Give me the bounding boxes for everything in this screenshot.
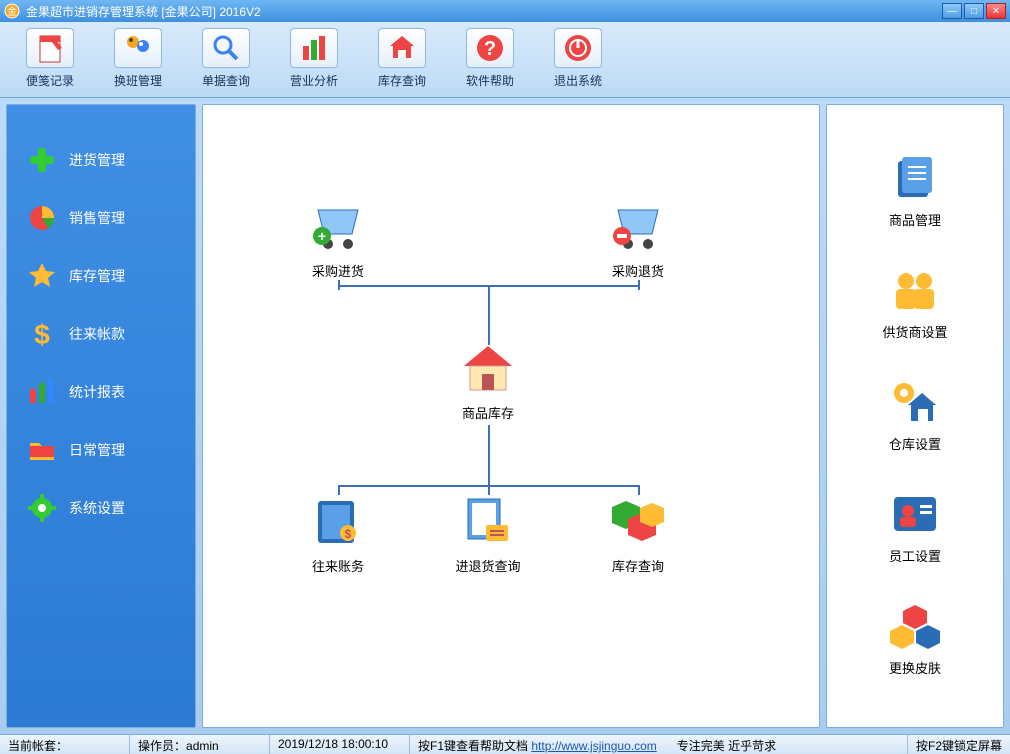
plus-icon (27, 145, 57, 175)
sidebar-item-reports[interactable]: 统计报表 (27, 377, 195, 407)
right-panel: 商品管理 供货商设置 仓库设置 员工设置 更换皮肤 (826, 104, 1004, 728)
note-icon (34, 32, 66, 64)
book-icon: $ (308, 495, 368, 547)
right-item-product[interactable]: 商品管理 (875, 155, 955, 229)
body-area: 进货管理 销售管理 库存管理 $ 往来帐款 统计报表 日常管理 系统设置 (0, 98, 1010, 734)
node-inout-query[interactable]: 进退货查询 (443, 495, 533, 575)
status-url-link[interactable]: http://www.jsjinguo.com (531, 739, 656, 753)
status-datetime: 2019/12/18 18:00:10 (270, 735, 410, 754)
right-item-skin[interactable]: 更换皮肤 (875, 603, 955, 677)
right-item-staff[interactable]: 员工设置 (875, 491, 955, 565)
toolbar-note[interactable]: 便笺记录 (8, 26, 92, 93)
toolbar-help[interactable]: ? 软件帮助 (448, 26, 532, 93)
search-icon (210, 32, 242, 64)
status-account-set: 当前帐套： (0, 735, 130, 754)
toolbar-stock[interactable]: 库存查询 (360, 26, 444, 93)
cart-minus-icon (608, 200, 668, 252)
toolbar-query[interactable]: 单据查询 (184, 26, 268, 93)
sidebar-item-accounts[interactable]: $ 往来帐款 (27, 319, 195, 349)
documents-icon (890, 155, 940, 201)
svg-text:$: $ (345, 527, 352, 541)
node-stock[interactable]: 商品库存 (443, 342, 533, 422)
cubes-icon (890, 603, 940, 649)
node-accounts[interactable]: $ 往来账务 (293, 495, 383, 575)
gear-house-icon (890, 379, 940, 425)
doc-exchange-icon (458, 495, 518, 547)
person-card-icon (890, 491, 940, 537)
window-title: 金果超市进销存管理系统 [金果公司] 2016V2 (26, 3, 940, 20)
sidebar-item-daily[interactable]: 日常管理 (27, 435, 195, 465)
house-badge-icon (386, 32, 418, 64)
house-icon (458, 342, 518, 394)
node-purchase-return[interactable]: 采购退货 (593, 200, 683, 280)
status-operator: 操作员：admin (130, 735, 270, 754)
toolbar-analysis[interactable]: 营业分析 (272, 26, 356, 93)
svg-text:?: ? (484, 38, 496, 60)
people-icon (122, 32, 154, 64)
dollar-icon: $ (27, 319, 57, 349)
people-pair-icon (890, 267, 940, 313)
sidebar-item-settings[interactable]: 系统设置 (27, 493, 195, 523)
node-stock-query[interactable]: 库存查询 (593, 495, 683, 575)
boxes-icon (608, 495, 668, 547)
folder-icon (27, 435, 57, 465)
pie-icon (27, 203, 57, 233)
sidebar-item-sales[interactable]: 销售管理 (27, 203, 195, 233)
maximize-button[interactable]: □ (964, 3, 984, 19)
statusbar: 当前帐套： 操作员：admin 2019/12/18 18:00:10 按F1键… (0, 734, 1010, 754)
app-icon: 金 (4, 3, 20, 19)
close-button[interactable]: ✕ (986, 3, 1006, 19)
help-icon: ? (474, 32, 506, 64)
bars-icon (27, 377, 57, 407)
cart-plus-icon: + (308, 200, 368, 252)
toolbar-exit[interactable]: 退出系统 (536, 26, 620, 93)
sidebar: 进货管理 销售管理 库存管理 $ 往来帐款 统计报表 日常管理 系统设置 (6, 104, 196, 728)
titlebar: 金 金果超市进销存管理系统 [金果公司] 2016V2 — □ ✕ (0, 0, 1010, 22)
svg-text:+: + (318, 228, 326, 244)
main-workflow: + 采购进货 采购退货 商品库存 $ 往来账务 进退货查询 库存查询 (202, 104, 820, 728)
status-help: 按F1键查看帮助文档 http://www.jsjinguo.com 专注完美 … (410, 735, 908, 754)
toolbar: 便笺记录 换班管理 单据查询 营业分析 库存查询 ? 软件帮助 退出系统 (0, 22, 1010, 98)
right-item-warehouse[interactable]: 仓库设置 (875, 379, 955, 453)
toolbar-shift[interactable]: 换班管理 (96, 26, 180, 93)
minimize-button[interactable]: — (942, 3, 962, 19)
svg-text:金: 金 (7, 5, 17, 18)
bar-chart-icon (298, 32, 330, 64)
svg-text:$: $ (34, 319, 50, 349)
right-item-supplier[interactable]: 供货商设置 (875, 267, 955, 341)
node-purchase-in[interactable]: + 采购进货 (293, 200, 383, 280)
star-icon (27, 261, 57, 291)
sidebar-item-purchase[interactable]: 进货管理 (27, 145, 195, 175)
power-icon (562, 32, 594, 64)
status-lock: 按F2键锁定屏幕 (908, 735, 1010, 754)
gear-icon (27, 493, 57, 523)
sidebar-item-stock[interactable]: 库存管理 (27, 261, 195, 291)
